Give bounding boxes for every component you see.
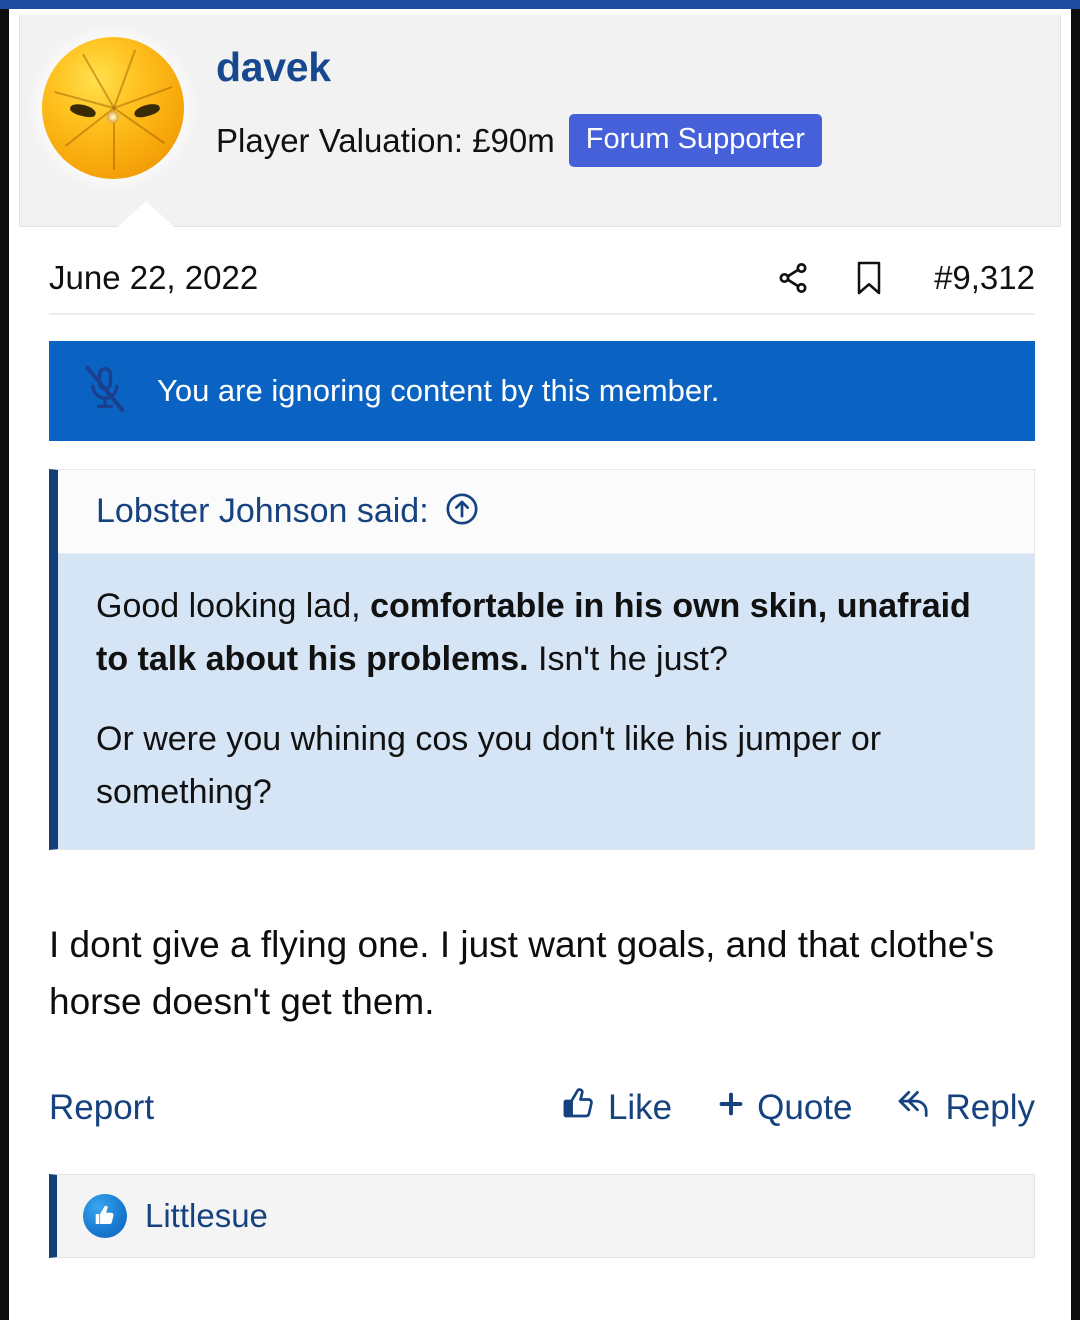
left-page-edge xyxy=(0,0,9,1320)
forum-supporter-badge[interactable]: Forum Supporter xyxy=(568,114,822,167)
microphone-muted-icon xyxy=(83,365,127,418)
avatar[interactable] xyxy=(42,37,184,179)
quote-paragraph: Or were you whining cos you don't like h… xyxy=(96,713,994,818)
avatar-eye-right xyxy=(132,101,162,120)
thumbs-up-reaction-icon xyxy=(83,1194,127,1239)
reply-label: Reply xyxy=(945,1088,1035,1128)
quote-button[interactable]: Quote xyxy=(716,1088,853,1128)
post-body: I dont give a flying one. I just want go… xyxy=(49,916,1041,1031)
report-label: Report xyxy=(49,1088,155,1128)
post-meta-row: June 22, 2022 #9,312 xyxy=(49,259,1035,315)
report-button[interactable]: Report xyxy=(49,1088,154,1128)
thumbs-up-icon xyxy=(561,1086,597,1131)
post-screenshot: davek Player Valuation: £90m Forum Suppo… xyxy=(0,0,1080,1320)
right-page-edge xyxy=(1071,0,1080,1320)
player-valuation: Player Valuation: £90m xyxy=(216,121,555,159)
ignoring-member-banner[interactable]: You are ignoring content by this member. xyxy=(49,341,1035,441)
ignoring-member-text: You are ignoring content by this member. xyxy=(157,373,720,408)
plus-icon xyxy=(716,1088,746,1128)
post-number[interactable]: #9,312 xyxy=(934,259,1035,297)
quote-text-run: Or were you whining cos you don't like h… xyxy=(96,720,882,812)
share-icon[interactable] xyxy=(776,260,810,296)
like-button[interactable]: Like xyxy=(561,1086,672,1131)
arrow-up-circle-icon[interactable] xyxy=(445,492,479,531)
post-actions: Report Like Quote Reply xyxy=(49,1076,1035,1140)
quote-paragraph: Good looking lad, comfortable in his own… xyxy=(96,580,994,685)
reactions-bar[interactable]: Littlesue xyxy=(49,1174,1035,1259)
quote-body: Good looking lad, comfortable in his own… xyxy=(58,554,1034,849)
quote-header: Lobster Johnson said: xyxy=(58,470,1034,554)
user-meta: davek Player Valuation: £90m Forum Suppo… xyxy=(216,37,822,167)
user-subline: Player Valuation: £90m Forum Supporter xyxy=(216,114,822,167)
hover-card-notch xyxy=(117,200,175,227)
reply-arrow-icon xyxy=(897,1088,935,1129)
avatar-stem xyxy=(107,110,119,123)
top-browser-bar xyxy=(0,0,1080,9)
username-link[interactable]: davek xyxy=(216,47,822,88)
quote-label: Quote xyxy=(757,1088,853,1128)
post-meta-actions: #9,312 xyxy=(776,259,1035,297)
avatar-eye-left xyxy=(69,102,97,120)
quote-text-run: Good looking lad, xyxy=(96,587,371,625)
like-label: Like xyxy=(607,1088,673,1128)
quote-block: Lobster Johnson said: Good looking lad, … xyxy=(49,469,1035,850)
post-container: davek Player Valuation: £90m Forum Suppo… xyxy=(9,9,1071,1320)
post-body-text: I dont give a flying one. I just want go… xyxy=(49,923,994,1023)
post-date[interactable]: June 22, 2022 xyxy=(49,259,258,297)
reaction-user-list[interactable]: Littlesue xyxy=(145,1197,268,1235)
quote-author: Lobster Johnson said: xyxy=(96,492,429,530)
bookmark-icon[interactable] xyxy=(852,260,886,296)
user-hover-card: davek Player Valuation: £90m Forum Suppo… xyxy=(19,15,1061,227)
quote-text-run: Isn't he just? xyxy=(528,639,728,678)
reply-button[interactable]: Reply xyxy=(897,1088,1035,1129)
